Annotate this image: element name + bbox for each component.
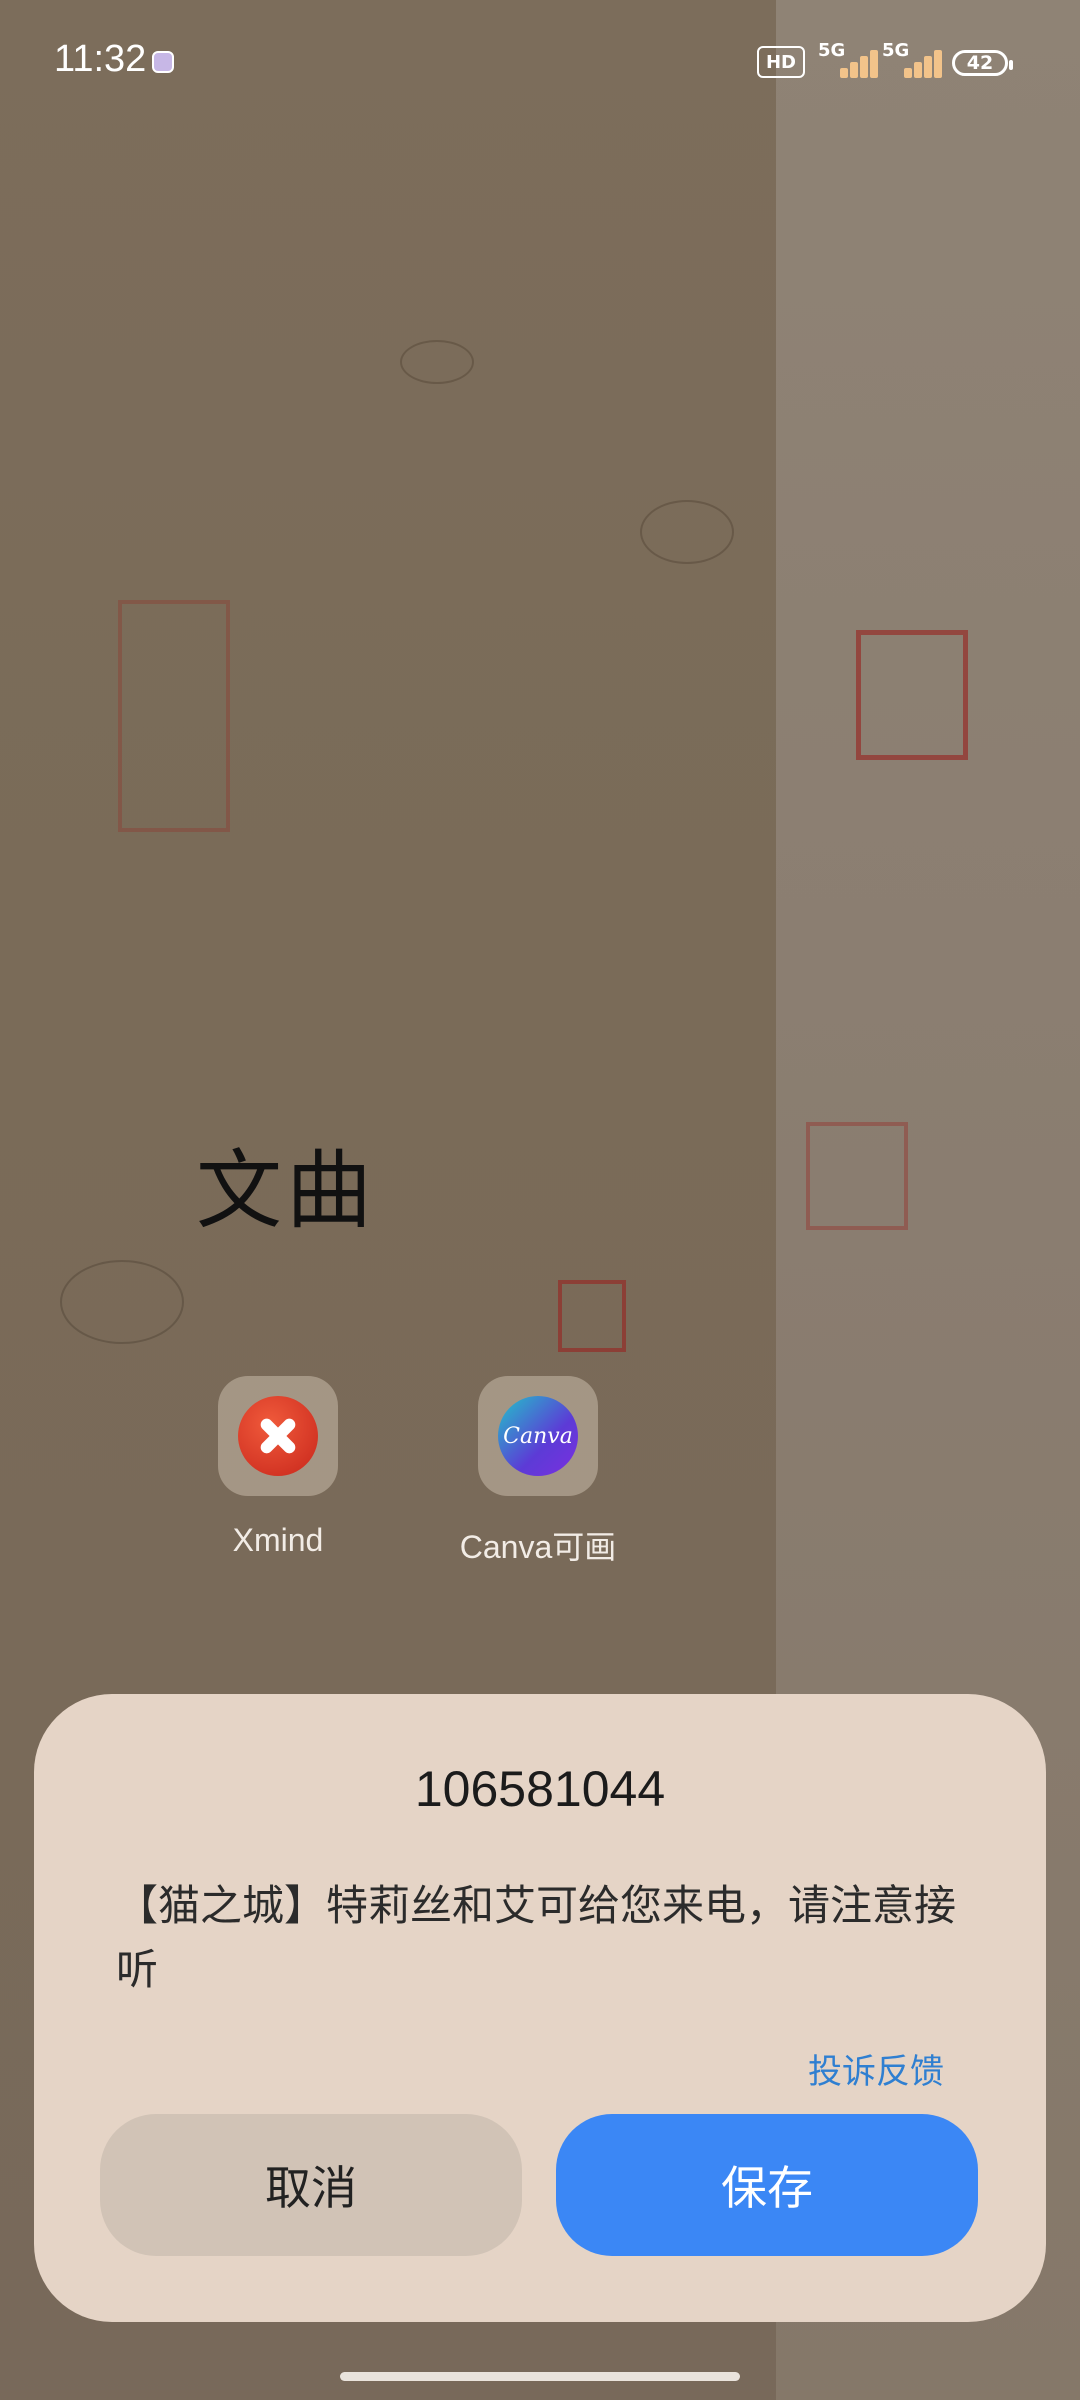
canva-icon: Canva xyxy=(498,1396,578,1476)
network-type-label: 5G xyxy=(818,40,846,61)
network-type-label: 5G xyxy=(882,40,910,61)
signal-strength-icon: 5G xyxy=(818,40,880,80)
wallpaper-texture xyxy=(60,1260,184,1344)
signal-strength-icon: 5G xyxy=(882,40,944,80)
battery-icon: 42 xyxy=(952,50,1013,76)
cancel-button[interactable]: 取消 xyxy=(100,2114,522,2256)
red-seal-stamp xyxy=(856,630,968,760)
red-seal-stamp xyxy=(806,1122,908,1230)
app-icon-tile[interactable] xyxy=(218,1376,338,1496)
status-bar: 11:32 HD 5G 5G 42 xyxy=(0,0,1080,124)
app-label: Xmind xyxy=(232,1522,324,1558)
wallpaper-texture xyxy=(640,500,734,564)
status-time: 11:32 xyxy=(54,38,147,80)
app-canva[interactable]: Canva Canva可画 xyxy=(418,1376,658,1568)
app-label: Canva可画 xyxy=(459,1529,617,1565)
notification-app-icon xyxy=(152,51,174,73)
red-seal-stamp xyxy=(118,600,230,832)
save-button[interactable]: 保存 xyxy=(556,2114,978,2256)
message-dialog: 106581044 【猫之城】特莉丝和艾可给您来电，请注意接听 投诉反馈 取消 … xyxy=(34,1694,1046,2322)
home-indicator[interactable] xyxy=(340,2372,740,2381)
feedback-link[interactable]: 投诉反馈 xyxy=(808,2044,944,2093)
dialog-title: 106581044 xyxy=(414,1761,666,1817)
xmind-icon xyxy=(238,1396,318,1476)
red-seal-stamp xyxy=(558,1280,626,1352)
app-icon-tile[interactable]: Canva xyxy=(478,1376,598,1496)
wallpaper-texture xyxy=(400,340,474,384)
folder-title: 文曲 xyxy=(196,1141,376,1241)
dialog-message: 【猫之城】特莉丝和艾可给您来电，请注意接听 xyxy=(116,1881,957,1994)
app-xmind[interactable]: Xmind xyxy=(158,1376,398,1559)
hd-voice-icon: HD xyxy=(757,46,805,78)
